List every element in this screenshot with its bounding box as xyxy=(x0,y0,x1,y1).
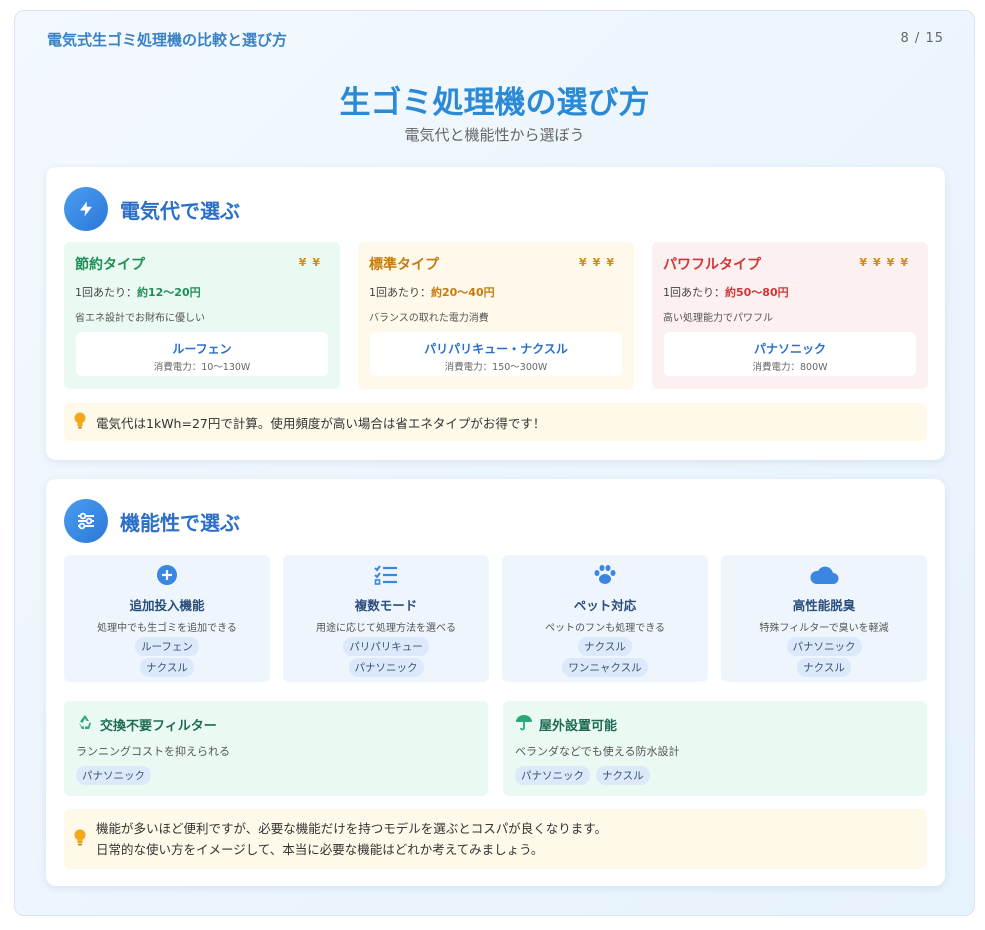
cost-section-title: 電気代で選ぶ xyxy=(120,198,240,223)
model-box: パナソニック 消費電力：800W xyxy=(664,332,916,376)
feature-name: 高性能脱臭 xyxy=(792,598,856,613)
model-tag: パリパリキュー xyxy=(343,637,429,656)
feature-desc: 用途に応じて処理方法を選べる xyxy=(316,623,456,634)
function-tip-text: 機能が多いほど便利ですが、必要な機能だけを持つモデルを選ぶとコスパが良くなります… xyxy=(96,818,607,860)
type-desc: バランスの取れた電力消費 xyxy=(369,313,489,324)
model-tag: パナソニック xyxy=(786,637,862,656)
bolt-icon xyxy=(64,187,108,231)
cloud-icon xyxy=(721,563,927,587)
model-name: パリパリキュー・ナクスル xyxy=(424,342,568,356)
feature-tags: ルーフェン ナクスル xyxy=(64,637,270,677)
feature-card-filter: 交換不要フィルター ランニングコストを抑えられる パナソニック xyxy=(64,701,488,796)
type-card-powerful: パワフルタイプ ¥¥¥¥ 1回あたり：約50〜80円 高い処理能力でパワフル パ… xyxy=(652,242,928,389)
feature-tags: パナソニック ナクスル xyxy=(721,637,927,677)
feature-card-outdoor: 屋外設置可能 ベランダなどでも使える防水設計 パナソニック ナクスル xyxy=(503,701,927,796)
feature-desc: 特殊フィルターで臭いを軽減 xyxy=(759,623,889,634)
feature-name: ペット対応 xyxy=(573,598,637,613)
model-power: 消費電力：800W xyxy=(752,362,828,373)
type-desc: 高い処理能力でパワフル xyxy=(663,313,773,324)
function-tip: 機能が多いほど便利ですが、必要な機能だけを持つモデルを選ぶとコスパが良くなります… xyxy=(64,809,927,869)
model-tag: ワンニャクスル xyxy=(562,658,648,677)
model-box: パリパリキュー・ナクスル 消費電力：150〜300W xyxy=(370,332,622,376)
cost-section: 電気代で選ぶ 節約タイプ ¥¥ 1回あたり：約12〜20円 省エネ設計でお財布に… xyxy=(46,167,945,460)
feature-tags: パナソニック xyxy=(76,766,151,785)
type-desc: 省エネ設計でお財布に優しい xyxy=(75,313,205,324)
function-section: 機能性で選ぶ 追加投入機能 処理中でも生ゴミを追加できる ルーフェン ナクスル xyxy=(46,479,945,886)
model-tag: ナクスル xyxy=(797,658,851,677)
feature-name: 屋外設置可能 xyxy=(539,718,618,734)
type-card-saving: 節約タイプ ¥¥ 1回あたり：約12〜20円 省エネ設計でお財布に優しい ルーフ… xyxy=(64,242,340,389)
feature-tags: パナソニック ナクスル xyxy=(515,766,650,785)
cost-line: 1回あたり：約20〜40円 xyxy=(369,284,623,300)
type-card-standard: 標準タイプ ¥¥¥ 1回あたり：約20〜40円 バランスの取れた電力消費 パリパ… xyxy=(358,242,634,389)
feature-card-deodorize: 高性能脱臭 特殊フィルターで臭いを軽減 パナソニック ナクスル xyxy=(721,555,927,682)
feature-name: 追加投入機能 xyxy=(129,598,205,613)
feature-header: 屋外設置可能 xyxy=(515,713,617,735)
model-box: ルーフェン 消費電力：10〜130W xyxy=(76,332,328,376)
page-title: 生ゴミ処理機の選び方 xyxy=(339,85,650,121)
cost-line: 1回あたり：約12〜20円 xyxy=(75,284,329,300)
model-power: 消費電力：10〜130W xyxy=(153,362,251,373)
model-tag: ルーフェン xyxy=(135,637,199,656)
function-section-header: 機能性で選ぶ xyxy=(64,499,240,543)
plus-circle-icon xyxy=(64,563,270,587)
function-section-title: 機能性で選ぶ xyxy=(120,510,240,535)
model-tag: パナソニック xyxy=(348,658,424,677)
cost-prefix: 1回あたり： xyxy=(369,286,431,299)
lightbulb-icon xyxy=(74,412,86,432)
header-title: 電気式生ゴミ処理機の比較と選び方 xyxy=(47,31,288,49)
feature-name: 交換不要フィルター xyxy=(100,718,217,734)
cost-line: 1回あたり：約50〜80円 xyxy=(663,284,917,300)
model-tag: パナソニック xyxy=(76,766,151,785)
tip-line: 日常的な使い方をイメージして、本当に必要な機能はどれか考えてみましょう。 xyxy=(96,842,544,857)
feature-tags: パリパリキュー パナソニック xyxy=(283,637,489,677)
cost-value: 約50〜80円 xyxy=(725,286,789,299)
type-name: 節約タイプ xyxy=(75,257,145,273)
umbrella-icon xyxy=(515,713,533,735)
model-tag: パナソニック xyxy=(515,766,590,785)
cost-prefix: 1回あたり： xyxy=(75,286,137,299)
model-tag: ナクスル xyxy=(578,637,632,656)
recycle-icon xyxy=(76,713,94,735)
page-number: 8 / 15 xyxy=(900,31,944,46)
model-tag: ナクスル xyxy=(596,766,650,785)
tip-line: 機能が多いほど便利ですが、必要な機能だけを持つモデルを選ぶとコスパが良くなります… xyxy=(96,821,608,836)
list-check-icon xyxy=(283,563,489,587)
cost-section-header: 電気代で選ぶ xyxy=(64,187,240,231)
model-name: パナソニック xyxy=(753,342,826,356)
page-subtitle: 電気代と機能性から選ぼう xyxy=(404,126,585,144)
cost-prefix: 1回あたり： xyxy=(663,286,725,299)
feature-desc: ベランダなどでも使える防水設計 xyxy=(515,745,680,758)
feature-name: 複数モード xyxy=(354,598,418,613)
yen-rating: ¥¥¥¥ xyxy=(859,256,914,269)
slide: 電気式生ゴミ処理機の比較と選び方 8 / 15 生ゴミ処理機の選び方 電気代と機… xyxy=(14,10,975,916)
feature-header: 交換不要フィルター xyxy=(76,713,217,735)
model-tag: ナクスル xyxy=(140,658,194,677)
cost-tip: 電気代は1kWh=27円で計算。使用頻度が高い場合は省エネタイプがお得です！ xyxy=(64,403,927,441)
cost-value: 約20〜40円 xyxy=(431,286,495,299)
model-name: ルーフェン xyxy=(172,342,232,356)
model-power: 消費電力：150〜300W xyxy=(444,362,548,373)
lightbulb-icon xyxy=(74,829,86,849)
feature-card-pet: ペット対応 ペットのフンも処理できる ナクスル ワンニャクスル xyxy=(502,555,708,682)
yen-rating: ¥¥¥ xyxy=(579,256,620,269)
feature-desc: ランニングコストを抑えられる xyxy=(76,745,230,758)
feature-desc: 処理中でも生ゴミを追加できる xyxy=(97,623,237,634)
paw-icon xyxy=(502,563,708,587)
cost-tip-text: 電気代は1kWh=27円で計算。使用頻度が高い場合は省エネタイプがお得です！ xyxy=(96,415,546,431)
feature-card-modes: 複数モード 用途に応じて処理方法を選べる パリパリキュー パナソニック xyxy=(283,555,489,682)
feature-desc: ペットのフンも処理できる xyxy=(545,623,665,634)
feature-tags: ナクスル ワンニャクスル xyxy=(502,637,708,677)
feature-card-add: 追加投入機能 処理中でも生ゴミを追加できる ルーフェン ナクスル xyxy=(64,555,270,682)
yen-rating: ¥¥ xyxy=(298,256,326,269)
cost-value: 約12〜20円 xyxy=(137,286,201,299)
sliders-icon xyxy=(64,499,108,543)
